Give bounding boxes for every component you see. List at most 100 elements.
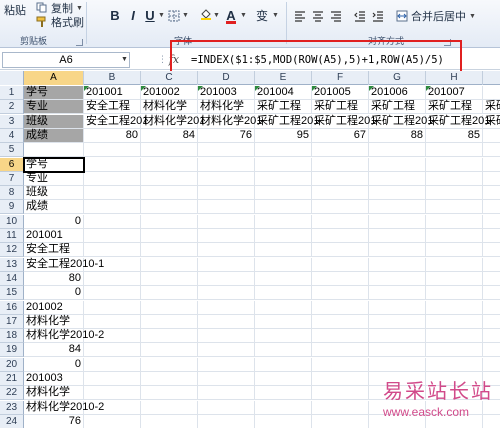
cell-g9[interactable] xyxy=(369,200,426,215)
cell-c18[interactable] xyxy=(141,329,198,344)
cell-d10[interactable] xyxy=(198,214,255,229)
cell-b20[interactable] xyxy=(84,357,141,372)
cell-a14[interactable]: 80 xyxy=(24,271,84,286)
row-header[interactable]: 6 xyxy=(0,157,24,172)
cell-i17[interactable] xyxy=(483,315,500,329)
cell-e20[interactable] xyxy=(255,357,312,372)
cell-c21[interactable] xyxy=(141,372,198,386)
cell-f6[interactable] xyxy=(312,157,369,172)
cell-i14[interactable] xyxy=(483,272,500,286)
cell-d24[interactable] xyxy=(198,414,255,428)
cell-d19[interactable] xyxy=(198,343,255,358)
fill-color-icon[interactable] xyxy=(200,8,212,20)
cell-h21[interactable] xyxy=(426,372,483,386)
cell-d9[interactable] xyxy=(198,200,255,215)
cell-d20[interactable] xyxy=(198,357,255,372)
cell-f12[interactable] xyxy=(312,243,369,258)
cell-i10[interactable] xyxy=(483,215,500,229)
cell-f2[interactable]: 采矿工程 xyxy=(312,100,369,115)
cell-g6[interactable] xyxy=(369,157,426,172)
cell-c6[interactable] xyxy=(141,157,198,172)
cell-h13[interactable] xyxy=(426,257,483,272)
row-header[interactable]: 18 xyxy=(0,329,24,344)
cell-g12[interactable] xyxy=(369,243,426,258)
cell-e16[interactable] xyxy=(255,300,312,315)
cell-c11[interactable] xyxy=(141,229,198,243)
spreadsheet-grid[interactable]: ABCDEFGHI 1学号201001201002201003201004201… xyxy=(0,71,500,428)
name-box[interactable]: A6 ▼ xyxy=(2,52,130,68)
row-header[interactable]: 13 xyxy=(0,257,24,272)
cell-h24[interactable] xyxy=(426,414,483,428)
cell-i1[interactable]: 2010 xyxy=(483,86,500,100)
cell-g24[interactable] xyxy=(369,414,426,428)
cell-d18[interactable] xyxy=(198,329,255,344)
row-header[interactable]: 24 xyxy=(0,414,24,428)
row-header[interactable]: 14 xyxy=(0,271,24,286)
cell-d23[interactable] xyxy=(198,400,255,415)
cell-d12[interactable] xyxy=(198,243,255,258)
border-icon[interactable] xyxy=(168,10,180,22)
align-right-icon[interactable] xyxy=(330,10,342,22)
cell-g14[interactable] xyxy=(369,271,426,286)
cell-h12[interactable] xyxy=(426,243,483,258)
cell-b1[interactable]: 201001 xyxy=(84,86,141,100)
cell-d2[interactable]: 材料化学 xyxy=(198,100,255,115)
cell-a18[interactable]: 材料化学2010-2 xyxy=(24,329,104,344)
cell-c24[interactable] xyxy=(141,414,198,428)
cell-c5[interactable] xyxy=(141,143,198,158)
cell-h6[interactable] xyxy=(426,157,483,172)
row-header[interactable]: 23 xyxy=(0,400,24,415)
border-dropdown-icon[interactable]: ▼ xyxy=(182,12,189,19)
cell-g17[interactable] xyxy=(369,314,426,329)
cell-g2[interactable]: 采矿工程 xyxy=(369,100,426,115)
cell-g19[interactable] xyxy=(369,343,426,358)
row-header[interactable]: 9 xyxy=(0,200,24,215)
cell-a19[interactable]: 84 xyxy=(24,343,84,358)
cell-h19[interactable] xyxy=(426,343,483,358)
cell-e10[interactable] xyxy=(255,214,312,229)
cell-g22[interactable] xyxy=(369,386,426,401)
cell-c13[interactable] xyxy=(141,257,198,272)
cell-i8[interactable] xyxy=(483,186,500,201)
cell-c3[interactable]: 材料化学201 xyxy=(141,114,205,129)
cell-e1[interactable]: 201004 xyxy=(255,86,312,100)
cell-b22[interactable] xyxy=(84,386,141,401)
cell-g20[interactable] xyxy=(369,357,426,372)
cell-b9[interactable] xyxy=(84,200,141,215)
cell-e6[interactable] xyxy=(255,157,312,172)
cell-d11[interactable] xyxy=(198,229,255,243)
cell-e21[interactable] xyxy=(255,372,312,386)
cell-i11[interactable] xyxy=(483,229,500,243)
cell-d21[interactable] xyxy=(198,372,255,386)
cell-a3[interactable]: 班级 xyxy=(24,114,84,129)
cell-b4[interactable]: 80 xyxy=(84,128,141,143)
cell-f8[interactable] xyxy=(312,186,369,201)
cell-e22[interactable] xyxy=(255,386,312,401)
cell-h10[interactable] xyxy=(426,214,483,229)
cell-d6[interactable] xyxy=(198,157,255,172)
cell-f20[interactable] xyxy=(312,357,369,372)
alignment-launcher-icon[interactable] xyxy=(444,39,451,46)
cell-h9[interactable] xyxy=(426,200,483,215)
row-header[interactable]: 4 xyxy=(0,128,24,143)
wen-button[interactable]: 变 xyxy=(254,8,270,24)
cell-a23[interactable]: 材料化学2010-2 xyxy=(24,400,104,415)
underline-button[interactable]: U xyxy=(143,8,157,24)
cell-h22[interactable] xyxy=(426,386,483,401)
cell-g13[interactable] xyxy=(369,257,426,272)
cell-e7[interactable] xyxy=(255,171,312,186)
cell-e23[interactable] xyxy=(255,400,312,415)
cell-f16[interactable] xyxy=(312,300,369,315)
cell-b21[interactable] xyxy=(84,372,141,386)
cell-h15[interactable] xyxy=(426,286,483,301)
row-header[interactable]: 5 xyxy=(0,143,24,158)
font-color-dropdown-icon[interactable]: ▼ xyxy=(240,12,247,19)
cell-i20[interactable] xyxy=(483,358,500,372)
cell-i19[interactable] xyxy=(483,343,500,358)
cell-f14[interactable] xyxy=(312,271,369,286)
font-color-button[interactable]: A xyxy=(224,8,238,24)
align-center-icon[interactable] xyxy=(312,10,324,22)
cell-i5[interactable] xyxy=(483,143,500,158)
cell-b3[interactable]: 安全工程201 xyxy=(84,114,148,129)
column-header-g[interactable]: G xyxy=(369,71,426,85)
